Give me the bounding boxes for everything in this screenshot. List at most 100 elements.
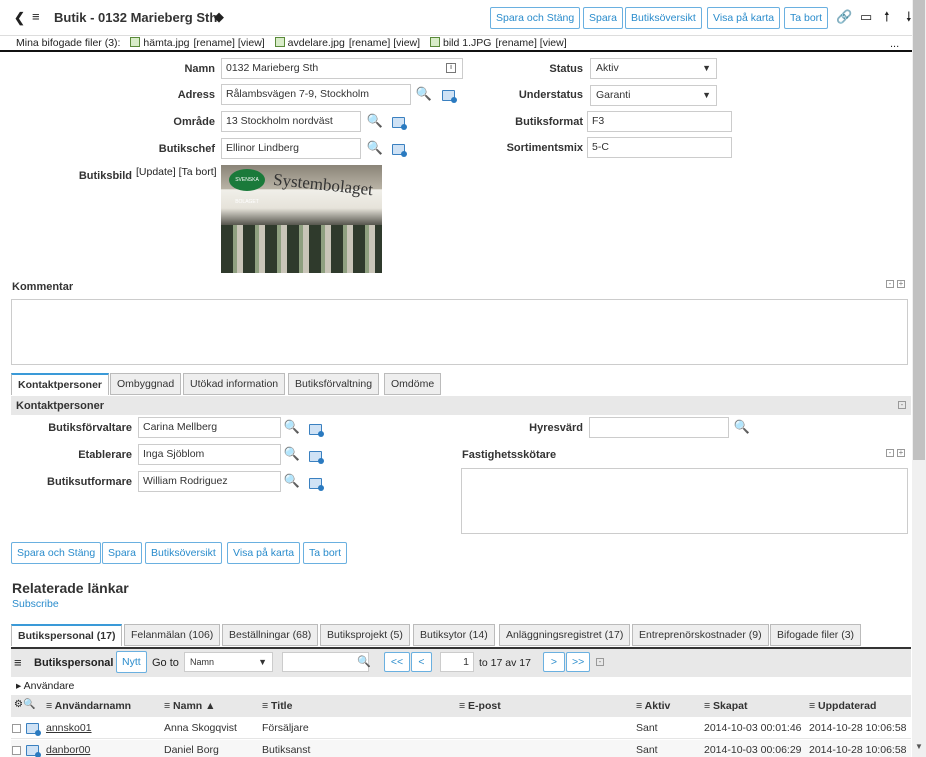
column-header-name[interactable]: ≡ Namn ▲ bbox=[164, 700, 216, 712]
overview-button[interactable]: Butiksöversikt bbox=[625, 7, 702, 29]
tab-felanmalan[interactable]: Felanmälan (106) bbox=[124, 624, 221, 646]
row-checkbox[interactable] bbox=[12, 724, 21, 733]
overview-button[interactable]: Butiksöversikt bbox=[145, 542, 222, 564]
column-header-skapat[interactable]: ≡ Skapat bbox=[704, 700, 747, 712]
add-icon[interactable] bbox=[309, 424, 324, 437]
column-header-uppdaterad[interactable]: ≡ Uppdaterad bbox=[809, 700, 876, 712]
column-header-title[interactable]: ≡ Title bbox=[262, 700, 292, 712]
understatus-select[interactable]: Garanti ▼ bbox=[590, 85, 717, 106]
fastighet-textarea[interactable] bbox=[461, 468, 908, 534]
save-close-button[interactable]: Spara och Stäng bbox=[11, 542, 102, 564]
search-icon[interactable]: 🔍 bbox=[282, 444, 302, 464]
tab-butiksytor[interactable]: Butiksytor (14) bbox=[413, 624, 495, 646]
menu-icon[interactable]: ≡ bbox=[14, 656, 22, 670]
collapse-icon[interactable]: - bbox=[886, 280, 894, 288]
tab-butikspersonal[interactable]: Butikspersonal (17) bbox=[11, 624, 123, 646]
menu-icon[interactable]: ≡ bbox=[32, 10, 40, 24]
show-map-button[interactable]: Visa på karta bbox=[227, 542, 301, 564]
utformare-input[interactable]: William Rodriguez bbox=[138, 471, 281, 492]
tab-anlaggningsregistret[interactable]: Anläggningsregistret (17) bbox=[499, 624, 631, 646]
edit-icon[interactable] bbox=[26, 723, 41, 736]
prev-page-button[interactable]: < bbox=[411, 652, 432, 672]
hyresvard-input[interactable] bbox=[589, 417, 729, 438]
add-icon[interactable] bbox=[442, 90, 457, 103]
tab-entreprenorskostnader[interactable]: Entreprenörskostnader (9) bbox=[632, 624, 769, 646]
scroll-down-icon[interactable]: ▼ bbox=[915, 742, 923, 751]
add-icon[interactable] bbox=[392, 117, 407, 130]
delete-button[interactable]: Ta bort bbox=[784, 7, 829, 29]
add-icon[interactable] bbox=[309, 451, 324, 464]
subscribe-link[interactable]: Subscribe bbox=[12, 598, 59, 610]
butiksformat-input[interactable]: F3 bbox=[587, 111, 732, 132]
tab-butiksprojekt[interactable]: Butiksprojekt (5) bbox=[320, 624, 410, 646]
sortimentsmix-input[interactable]: 5-C bbox=[587, 137, 732, 158]
add-icon[interactable] bbox=[309, 478, 324, 491]
save-button[interactable]: Spara bbox=[583, 7, 624, 29]
collapse-icon[interactable]: - bbox=[596, 658, 604, 666]
tab-kontaktpersoner[interactable]: Kontaktpersoner bbox=[11, 373, 110, 395]
first-page-button[interactable]: << bbox=[384, 652, 410, 672]
save-close-button[interactable]: Spara och Stäng bbox=[490, 7, 581, 29]
filter-icon[interactable]: ⚙🔍 bbox=[14, 699, 35, 710]
tab-bifogade-filer[interactable]: Bifogade filer (3) bbox=[770, 624, 862, 646]
next-page-button[interactable]: > bbox=[543, 652, 565, 672]
expand-icon[interactable]: + bbox=[897, 449, 905, 457]
tag-icon[interactable]: ◆ bbox=[214, 10, 224, 24]
file-actions[interactable]: [rename] [view] bbox=[349, 37, 420, 49]
window-icon[interactable]: ▭ bbox=[860, 10, 872, 24]
file-name[interactable]: hämta.jpg bbox=[143, 37, 189, 49]
group-row[interactable]: ▸ Användare bbox=[16, 680, 74, 692]
search-icon[interactable]: 🔍 bbox=[414, 84, 434, 104]
arrow-up-icon[interactable]: 🠕 bbox=[884, 10, 890, 24]
column-header-aktiv[interactable]: ≡ Aktiv bbox=[636, 700, 670, 712]
new-button[interactable]: Nytt bbox=[116, 651, 147, 673]
search-icon[interactable]: 🔍 bbox=[282, 471, 302, 491]
tab-utokad-information[interactable]: Utökad information bbox=[183, 373, 286, 395]
link-icon[interactable]: 🔗 bbox=[836, 10, 852, 24]
search-icon[interactable]: 🔍 bbox=[732, 417, 752, 437]
scrollbar-thumb[interactable] bbox=[913, 0, 925, 460]
collapse-icon[interactable]: - bbox=[886, 449, 894, 457]
file-actions[interactable]: [rename] [view] bbox=[495, 37, 566, 49]
row-username[interactable]: annsko01 bbox=[46, 722, 92, 734]
row-username[interactable]: danbor00 bbox=[46, 744, 90, 756]
status-select[interactable]: Aktiv ▼ bbox=[590, 58, 717, 79]
column-header-username[interactable]: ≡ Användarnamn bbox=[46, 700, 131, 712]
grid-search-input[interactable] bbox=[282, 652, 369, 672]
page-input[interactable]: 1 bbox=[440, 652, 474, 672]
add-icon[interactable] bbox=[392, 144, 407, 157]
tab-ombyggnad[interactable]: Ombyggnad bbox=[110, 373, 182, 395]
image-actions[interactable]: [Update] [Ta bort] bbox=[136, 166, 217, 178]
show-map-button[interactable]: Visa på karta bbox=[707, 7, 781, 29]
adress-input[interactable]: Rålambsvägen 7-9, Stockholm bbox=[221, 84, 411, 105]
edit-icon[interactable] bbox=[26, 745, 41, 757]
forvaltare-input[interactable]: Carina Mellberg bbox=[138, 417, 281, 438]
search-icon[interactable]: 🔍 bbox=[282, 417, 302, 437]
column-header-email[interactable]: ≡ E-post bbox=[459, 700, 501, 712]
butikschef-input[interactable]: Ellinor Lindberg bbox=[221, 138, 361, 159]
delete-button[interactable]: Ta bort bbox=[303, 542, 348, 564]
file-actions[interactable]: [rename] [view] bbox=[194, 37, 265, 49]
goto-select[interactable]: Namn ▼ bbox=[184, 652, 273, 672]
tab-butiksforvaltning[interactable]: Butiksförvaltning bbox=[288, 373, 380, 395]
file-name[interactable]: avdelare.jpg bbox=[288, 37, 345, 49]
row-checkbox[interactable] bbox=[12, 746, 21, 755]
last-page-button[interactable]: >> bbox=[566, 652, 590, 672]
tab-bestallningar[interactable]: Beställningar (68) bbox=[222, 624, 319, 646]
save-button[interactable]: Spara bbox=[102, 542, 143, 564]
more-menu[interactable]: ... bbox=[890, 38, 899, 50]
search-icon[interactable]: 🔍 bbox=[357, 655, 371, 668]
arrow-down-icon[interactable]: 🠗 bbox=[906, 10, 912, 24]
file-name[interactable]: bild 1.JPG bbox=[443, 37, 491, 49]
kommentar-textarea[interactable] bbox=[11, 299, 908, 365]
search-icon[interactable]: 🔍 bbox=[365, 138, 385, 158]
namn-input[interactable]: 0132 Marieberg Sth bbox=[221, 58, 463, 79]
info-icon[interactable]: i bbox=[446, 63, 456, 73]
tab-omdome[interactable]: Omdöme bbox=[384, 373, 442, 395]
etablerare-input[interactable]: Inga Sjöblom bbox=[138, 444, 281, 465]
search-icon[interactable]: 🔍 bbox=[365, 111, 385, 131]
expand-icon[interactable]: + bbox=[897, 280, 905, 288]
omrade-input[interactable]: 13 Stockholm nordväst bbox=[221, 111, 361, 132]
collapse-icon[interactable]: - bbox=[898, 401, 906, 409]
back-icon[interactable]: ❮ bbox=[14, 11, 25, 25]
